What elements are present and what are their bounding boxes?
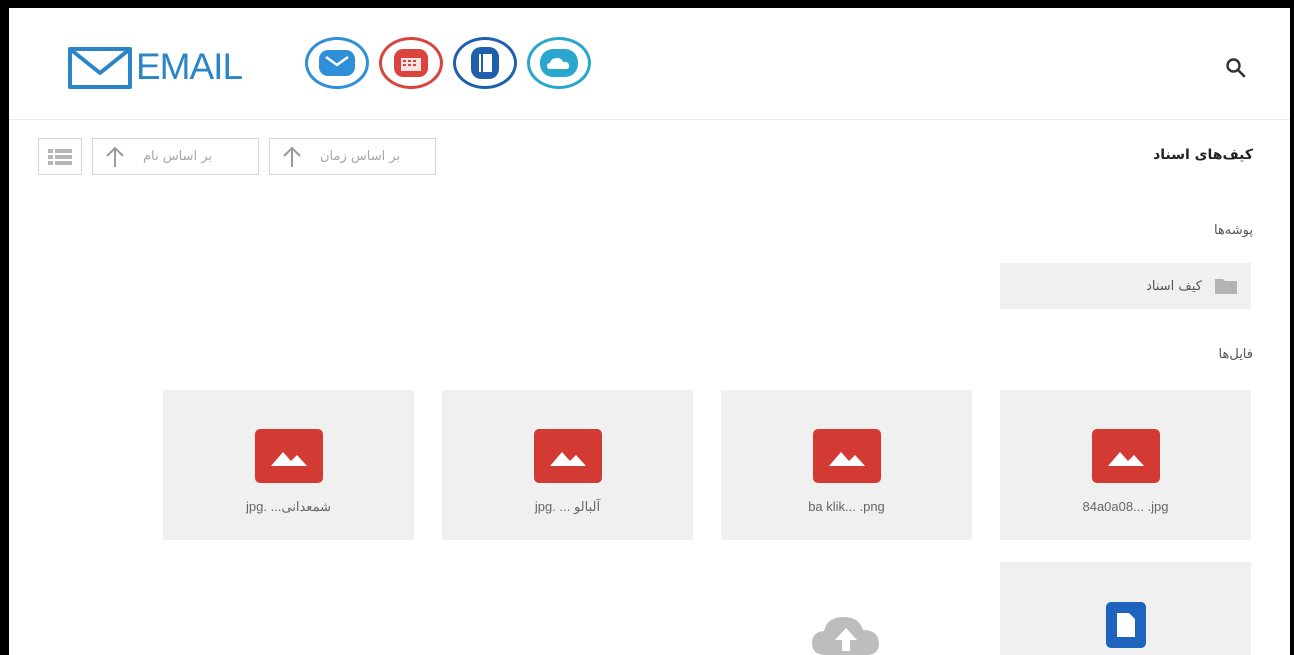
file-name: jpg. ... آلبالو bbox=[534, 499, 601, 514]
file-card[interactable]: jpg. ...شمعدانی bbox=[163, 390, 414, 540]
folder-label: کیف اسناد bbox=[1146, 278, 1202, 294]
logo-text: EMAIL bbox=[136, 46, 243, 87]
arrow-up-icon bbox=[106, 146, 124, 167]
cloud-icon bbox=[540, 49, 578, 77]
folder-item[interactable]: کیف اسناد bbox=[1000, 263, 1251, 309]
file-name: 84a0a08... .jpg bbox=[1082, 499, 1169, 514]
sort-by-time-label: بر اساس زمان bbox=[320, 149, 401, 164]
toolbar: بر اساس نام بر اساس زمان bbox=[38, 138, 436, 175]
cloud-upload-icon bbox=[812, 617, 879, 655]
file-card[interactable] bbox=[1000, 562, 1251, 655]
image-file-icon bbox=[812, 429, 881, 483]
image-file-icon bbox=[533, 429, 602, 483]
folder-icon bbox=[1215, 279, 1237, 294]
sort-by-name-button[interactable]: بر اساس نام bbox=[92, 138, 259, 175]
page-title: کیف‌های اسناد bbox=[1153, 147, 1253, 163]
upload-button[interactable] bbox=[806, 611, 886, 655]
search-button[interactable] bbox=[1223, 55, 1249, 81]
calendar-app-button[interactable] bbox=[379, 37, 443, 89]
envelope-logo-icon bbox=[68, 47, 132, 89]
image-file-icon bbox=[254, 429, 323, 483]
file-name: ba klik... .png bbox=[808, 499, 885, 514]
file-name: jpg. ...شمعدانی bbox=[246, 499, 331, 514]
header: EMAIL bbox=[9, 8, 1290, 120]
document-file-icon bbox=[1105, 602, 1146, 648]
sort-by-name-label: بر اساس نام bbox=[143, 149, 213, 164]
app-switcher bbox=[305, 37, 591, 89]
file-card[interactable]: jpg. ... آلبالو bbox=[442, 390, 693, 540]
sort-by-time-button[interactable]: بر اساس زمان bbox=[269, 138, 436, 175]
files-section-title: فایل‌ها bbox=[1218, 347, 1253, 362]
email-logo[interactable]: EMAIL bbox=[66, 42, 243, 92]
file-card[interactable]: ba klik... .png bbox=[721, 390, 972, 540]
mail-icon bbox=[319, 50, 355, 76]
image-file-icon bbox=[1091, 429, 1160, 483]
book-icon bbox=[471, 47, 499, 79]
search-icon bbox=[1226, 58, 1246, 78]
calendar-icon bbox=[394, 49, 428, 77]
list-view-icon bbox=[48, 148, 72, 165]
mail-app-button[interactable] bbox=[305, 37, 369, 89]
list-view-button[interactable] bbox=[38, 138, 82, 175]
docs-app-button[interactable] bbox=[453, 37, 517, 89]
folders-section-title: پوشه‌ها bbox=[1213, 223, 1253, 238]
arrow-up-icon bbox=[283, 146, 301, 167]
cloud-app-button[interactable] bbox=[527, 37, 591, 89]
app-window: EMAIL bbox=[9, 8, 1290, 655]
file-card[interactable]: 84a0a08... .jpg bbox=[1000, 390, 1251, 540]
